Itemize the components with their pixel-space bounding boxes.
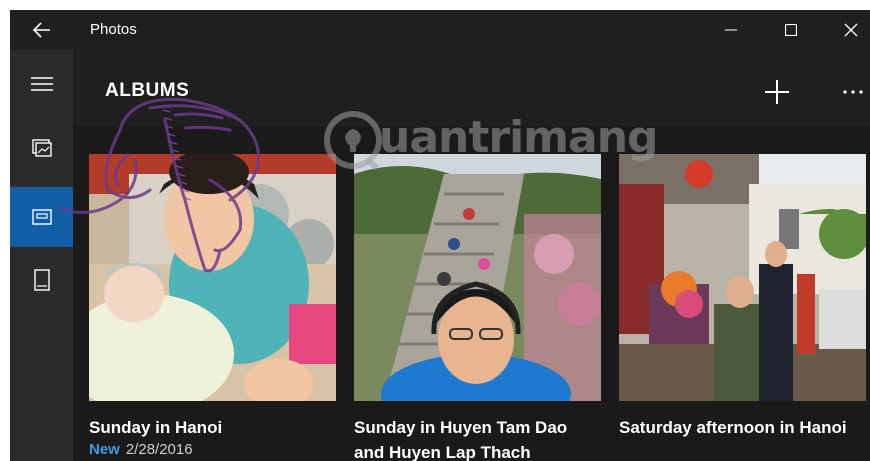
- albums-icon: [31, 209, 52, 225]
- maximize-button[interactable]: [762, 10, 820, 50]
- close-button[interactable]: [822, 10, 870, 50]
- minimize-icon: [725, 29, 737, 31]
- close-icon: [844, 23, 858, 37]
- add-album-button[interactable]: [757, 72, 797, 112]
- album-thumbnail[interactable]: [619, 154, 866, 401]
- album-title: Saturday afternoon in Hanoi: [619, 418, 847, 437]
- hamburger-menu-icon: [30, 77, 53, 91]
- album-thumbnail[interactable]: [354, 154, 601, 401]
- maximize-icon: [785, 24, 797, 36]
- lightbulb-icon: [324, 111, 382, 170]
- plus-icon: [765, 80, 789, 104]
- album-thumbnail[interactable]: [89, 154, 336, 401]
- window-title: Photos: [90, 21, 137, 38]
- page-title: ALBUMS: [105, 80, 190, 101]
- album-tile[interactable]: Saturday afternoon in Hanoi: [619, 154, 866, 440]
- minimize-button[interactable]: [702, 10, 760, 50]
- folders-icon: [33, 269, 50, 291]
- nav-collection[interactable]: [10, 118, 73, 178]
- back-arrow-icon: [33, 22, 50, 38]
- album-date: 2/28/2016: [125, 441, 193, 458]
- nav-folders[interactable]: [10, 250, 73, 310]
- album-tile[interactable]: Sunday in Huyen Tam Dao and Huyen Lap Th…: [354, 154, 601, 461]
- back-button[interactable]: [10, 10, 74, 50]
- navigation-rail: [10, 50, 73, 461]
- watermark-text: uantrimang: [379, 112, 659, 163]
- album-title: Sunday in Huyen Tam Dao and Huyen Lap Th…: [354, 418, 568, 461]
- new-badge: New: [89, 441, 120, 458]
- album-title: Sunday in Hanoi: [89, 418, 223, 437]
- album-meta: New 2/28/2016: [89, 440, 336, 460]
- nav-albums[interactable]: [10, 187, 73, 247]
- title-bar: Photos: [10, 10, 870, 50]
- watermark-logo: uantrimang: [323, 110, 659, 170]
- hamburger-menu-button[interactable]: [10, 54, 73, 114]
- main-content: ALBUMS Sunday in Hanoi New 2/28/2016 Sun…: [73, 50, 870, 461]
- photos-window: Photos ALBUMS Sunday in Hanoi New 2/28/2…: [10, 10, 870, 461]
- album-tile[interactable]: Sunday in Hanoi New 2/28/2016: [89, 154, 336, 460]
- more-options-button[interactable]: [833, 72, 870, 112]
- more-ellipsis-icon: [843, 90, 863, 94]
- collection-icon: [31, 139, 52, 157]
